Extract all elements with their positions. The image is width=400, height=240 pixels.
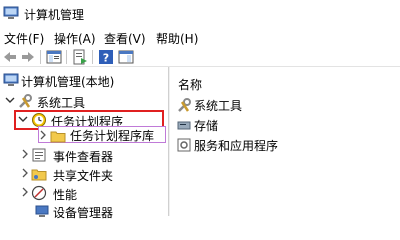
tree-item-label: 设备管理器 (53, 206, 114, 220)
chevron-right-icon[interactable] (38, 129, 48, 141)
help-icon[interactable]: ? (98, 49, 114, 65)
shared-folder-icon (31, 169, 47, 181)
toolbar-separator (40, 50, 41, 64)
list-item-label: 系统工具 (194, 99, 243, 113)
list-item-system-tools[interactable]: 系统工具 (176, 96, 376, 114)
list-item-storage[interactable]: 存储 (176, 116, 376, 134)
storage-icon (177, 121, 191, 130)
tree-item-event-viewer[interactable]: 事件查看器 (16, 145, 162, 165)
properties-pane-icon[interactable] (118, 49, 134, 65)
tree-item-label: 计算机管理(本地) (21, 75, 115, 89)
computer-management-icon (3, 6, 19, 19)
toolbar-separator (66, 50, 67, 64)
tree-item-shared-folders[interactable]: 共享文件夹 (16, 164, 162, 184)
tree-item-performance[interactable]: 性能 (16, 183, 162, 203)
tools-icon (19, 94, 32, 108)
tree-item-label: 任务计划程序库 (70, 129, 155, 143)
back-arrow-icon[interactable] (2, 49, 18, 65)
export-list-icon[interactable] (72, 49, 88, 65)
chevron-right-icon[interactable] (20, 148, 30, 160)
tree-item-root[interactable]: 计算机管理(本地) (0, 70, 168, 90)
services-icon (177, 138, 191, 152)
tree-item-task-scheduler-library[interactable]: 任务计划程序库 (38, 126, 166, 146)
tree-item-label: 事件查看器 (53, 150, 114, 164)
svg-text:?: ? (103, 52, 109, 65)
tree-item-label: 共享文件夹 (53, 169, 114, 183)
chevron-down-icon[interactable] (5, 94, 15, 106)
list-item-label: 服务和应用程序 (194, 139, 279, 153)
toolbar-separator (92, 50, 93, 64)
forward-arrow-icon[interactable] (20, 49, 36, 65)
chevron-right-icon[interactable] (20, 186, 30, 198)
menu-bar: 文件(F) 操作(A) 查看(V) 帮助(H) (0, 28, 400, 48)
show-hide-console-tree-icon[interactable] (46, 49, 62, 65)
menu-action[interactable]: 操作(A) (54, 30, 96, 47)
menu-help[interactable]: 帮助(H) (156, 30, 198, 47)
performance-icon (31, 185, 47, 201)
menu-file[interactable]: 文件(F) (4, 30, 44, 47)
tree-item-system-tools[interactable]: 系统工具 (0, 91, 168, 111)
device-manager-icon (35, 205, 49, 217)
chevron-right-icon[interactable] (20, 167, 30, 179)
folder-icon (50, 131, 66, 143)
list-item-label: 存储 (194, 119, 219, 133)
tree-item-label: 系统工具 (37, 96, 86, 110)
list-item-services-applications[interactable]: 服务和应用程序 (176, 136, 376, 154)
tree-item-device-manager[interactable]: 设备管理器 (16, 201, 162, 221)
toolbar: ? (0, 48, 400, 66)
column-header-name[interactable]: 名称 (178, 76, 202, 93)
window-title: 计算机管理 (24, 8, 85, 22)
menu-view[interactable]: 查看(V) (104, 30, 146, 47)
title-bar: 计算机管理 (0, 0, 400, 28)
tools-icon (178, 98, 191, 112)
chevron-down-icon[interactable] (18, 113, 28, 125)
event-viewer-icon (32, 148, 46, 162)
computer-management-icon (3, 73, 19, 86)
